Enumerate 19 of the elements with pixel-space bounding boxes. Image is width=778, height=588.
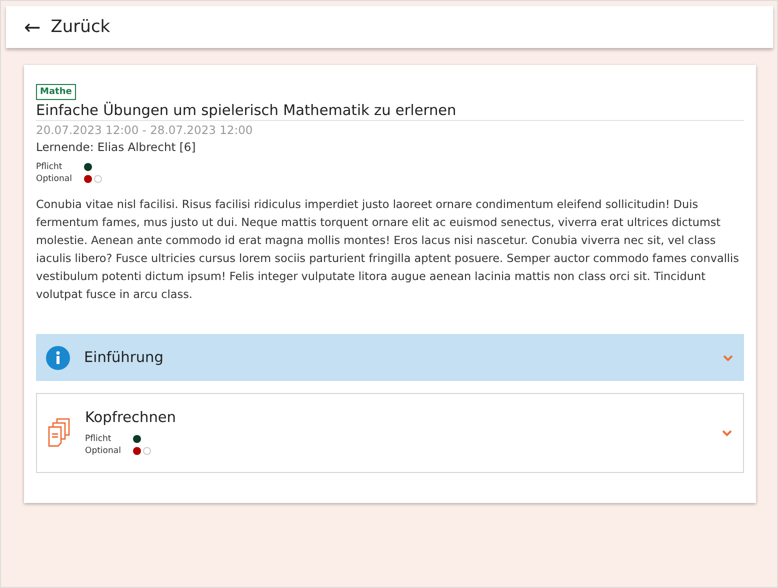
status-label: Pflicht (85, 434, 112, 444)
status-label: Pflicht (36, 162, 64, 172)
chevron-icon[interactable] (721, 429, 733, 437)
section-title: Kopfrechnen (85, 410, 177, 426)
chevron-icon[interactable] (722, 354, 734, 362)
learner-name: Lernende: Elias Albrecht [6] (36, 140, 197, 154)
section-panel[interactable]: Kopfrechnen Pflicht Optional (36, 393, 744, 473)
task-period: 20.07.2023 12:00 - 28.07.2023 12:00 (36, 123, 254, 137)
task-title: Einfache Übungen um spielerisch Mathematik zu erlernen (36, 103, 744, 121)
section-panel[interactable]: Einführung (36, 334, 744, 381)
back-link[interactable]: Zurück (50, 17, 110, 37)
status-label: Optional (85, 446, 122, 456)
subject-tag: Mathe (36, 84, 76, 100)
task-description: Conubia vitae nisl facilisi. Risus facilisi ridiculus imperdiet justo laoreet ornare condimentum eleifend sollicitudin! Duis fermentum fames, mus justo ut dui. Neque mattis torquent ornare elit ac euismod senectus, viverra erat ultrices dictumst molestie. Aenean ante commodo id erat magna mollis montes! Eros lacus nisi nascetur. Conubia viverra nec sit, vel class iaculis libero? Fusce ultricies cursus lorem sociis parturient fringilla aptent posuere. Semper auctor commodo fames convallis vestibulum potenti dictum ipsum! Felis integer vulputate litora augue aenean lacinia mattis non class orci sit. Tincidunt volutpat fusce in arcu class. (36, 197, 740, 303)
section-title: Einführung (84, 350, 164, 366)
back-icon[interactable]: ← (24, 15, 41, 39)
info-icon (46, 346, 70, 370)
documents-icon (47, 418, 71, 448)
status-label: Optional (36, 174, 73, 184)
